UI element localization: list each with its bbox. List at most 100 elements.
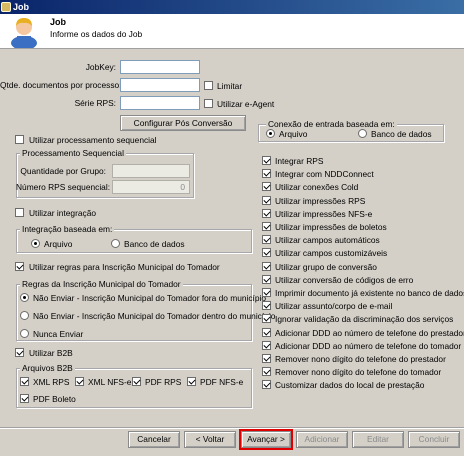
integracao-banco-radio[interactable]	[111, 239, 120, 248]
regras-label: Utilizar regras para Inscrição Municipal…	[29, 262, 220, 272]
option-label: Utilizar grupo de conversão	[275, 261, 377, 272]
numero-input[interactable]: 0	[112, 180, 190, 194]
page-title: Job	[50, 17, 67, 27]
regras-opt1-radio[interactable]	[20, 293, 29, 302]
option-checkbox[interactable]	[262, 182, 271, 192]
job-icon	[1, 2, 11, 12]
voltar-button[interactable]: < Voltar	[184, 431, 236, 448]
cancelar-button[interactable]: Cancelar	[128, 431, 180, 448]
configurar-pos-button[interactable]: Configurar Pós Conversão	[120, 115, 246, 131]
option-checkbox[interactable]	[262, 248, 271, 258]
editar-button[interactable]: Editar	[352, 431, 404, 448]
adicionar-button[interactable]: Adicionar	[296, 431, 348, 448]
option-label: Utilizar campos automáticos	[275, 235, 380, 246]
quantidade-label: Quantidade por Grupo:	[20, 166, 106, 176]
option-checkbox[interactable]	[262, 288, 271, 297]
eagent-label: Utilizar e-Agent	[217, 99, 275, 109]
integracao-label: Utilizar integração	[29, 208, 97, 218]
option-checkbox[interactable]	[262, 235, 271, 245]
footer-separator	[0, 427, 464, 429]
option-label: Utilizar assunto/corpo de e-mail	[275, 301, 393, 312]
processamento-checkbox[interactable]	[15, 135, 24, 144]
option-checkbox[interactable]	[262, 208, 271, 218]
pdf-rps-checkbox[interactable]	[132, 377, 141, 386]
qtde-input[interactable]	[120, 78, 200, 92]
wizard-header: Job Informe os dados do Job	[0, 14, 464, 49]
regras-opt3-radio[interactable]	[20, 329, 29, 338]
option-checkbox[interactable]	[262, 274, 271, 284]
window-title: Job	[13, 2, 30, 12]
option-label: Integrar RPS	[275, 156, 324, 166]
xml-nfse-checkbox[interactable]	[75, 377, 84, 386]
pdf-nfse-checkbox[interactable]	[187, 377, 196, 386]
regras-opt2-radio[interactable]	[20, 311, 29, 320]
option-checkbox[interactable]	[262, 261, 271, 271]
jobkey-input[interactable]	[120, 60, 200, 74]
option-checkbox[interactable]	[262, 169, 271, 179]
conexao-arquivo-label: Arquivo	[279, 129, 308, 139]
option-checkbox[interactable]	[262, 195, 271, 205]
integracao-arquivo-radio[interactable]	[31, 239, 40, 248]
serie-label: Série RPS:	[74, 98, 116, 108]
jobkey-label: JobKey:	[85, 62, 116, 72]
option-label: Imprimir documento já existente no banco…	[275, 288, 464, 298]
concluir-button[interactable]: Concluir	[408, 431, 460, 448]
window-titlebar: Job	[0, 0, 464, 14]
page-subtitle: Informe os dados do Job	[50, 29, 143, 39]
eagent-checkbox[interactable]	[204, 99, 213, 108]
conexao-arquivo-radio[interactable]	[266, 129, 275, 138]
limitar-label: Limitar	[217, 81, 243, 91]
option-label: Utilizar campos customizáveis	[275, 248, 388, 259]
option-label: Utilizar conversão de códigos de erro	[275, 274, 414, 285]
option-label: Utilizar conexões Cold	[275, 182, 359, 193]
pdf-rps-label: PDF RPS	[145, 377, 182, 387]
b2b-label: Utilizar B2B	[29, 348, 73, 358]
processamento-label: Utilizar processamento sequencial	[29, 135, 157, 145]
option-label: Integrar com NDDConnect	[275, 169, 374, 180]
regras-checkbox[interactable]	[15, 262, 24, 271]
user-icon	[11, 18, 37, 48]
xml-rps-label: XML RPS	[33, 377, 70, 387]
pdf-boleto-label: PDF Boleto	[33, 394, 76, 404]
conexao-banco-label: Banco de dados	[371, 129, 432, 139]
option-checkbox[interactable]	[262, 314, 271, 324]
option-checkbox[interactable]	[262, 327, 271, 337]
serie-input[interactable]	[120, 96, 200, 110]
option-label: Customizar dados do local de prestação	[275, 380, 425, 391]
pdf-boleto-checkbox[interactable]	[20, 394, 29, 403]
integracao-group-title: Integração baseada em:	[20, 224, 115, 234]
quantidade-input[interactable]	[112, 164, 190, 178]
option-checkbox[interactable]	[262, 340, 271, 350]
regras-group-title: Regras da Inscrição Municipal do Tomador	[20, 279, 183, 289]
integracao-checkbox[interactable]	[15, 208, 24, 217]
option-label: Remover nono dígito do telefone do tomad…	[275, 367, 442, 378]
option-checkbox[interactable]	[262, 301, 271, 311]
xml-nfse-label: XML NFS-e	[88, 377, 132, 387]
regras-opt1-label: Não Enviar - Inscrição Municipal do Toma…	[33, 293, 267, 303]
integracao-arquivo-label: Arquivo	[44, 239, 73, 249]
option-label: Ignorar validação da discriminação dos s…	[275, 314, 454, 325]
regras-opt3-label: Nunca Enviar	[33, 329, 84, 339]
option-label: Utilizar impressões NFS-e	[275, 208, 373, 219]
option-label: Utilizar impressões RPS	[275, 195, 366, 206]
limitar-checkbox[interactable]	[204, 81, 213, 90]
option-label: Remover nono dígito do telefone do prest…	[275, 354, 446, 364]
option-checkbox[interactable]	[262, 222, 271, 231]
conexao-banco-radio[interactable]	[358, 129, 367, 138]
b2b-group-title: Arquivos B2B	[20, 363, 75, 373]
conexao-group-title: Conexão de entrada baseada em:	[266, 119, 397, 129]
pdf-nfse-label: PDF NFS-e	[200, 377, 244, 387]
avancar-button[interactable]: Avançar >	[241, 431, 291, 448]
numero-label: Número RPS sequencial:	[16, 182, 111, 192]
option-label: Utilizar impressões de boletos	[275, 222, 387, 232]
option-label: Adicionar DDD ao número de telefone do t…	[275, 340, 462, 351]
b2b-checkbox[interactable]	[15, 348, 24, 357]
option-checkbox[interactable]	[262, 367, 271, 377]
xml-rps-checkbox[interactable]	[20, 377, 29, 386]
option-label: Adicionar DDD ao número de telefone do p…	[275, 327, 464, 338]
option-checkbox[interactable]	[262, 354, 271, 363]
qtde-label: Qtde. documentos por processo:	[0, 80, 122, 90]
option-checkbox[interactable]	[262, 380, 271, 390]
processamento-group-title: Processamento Sequencial	[20, 148, 126, 158]
option-checkbox[interactable]	[262, 156, 271, 165]
